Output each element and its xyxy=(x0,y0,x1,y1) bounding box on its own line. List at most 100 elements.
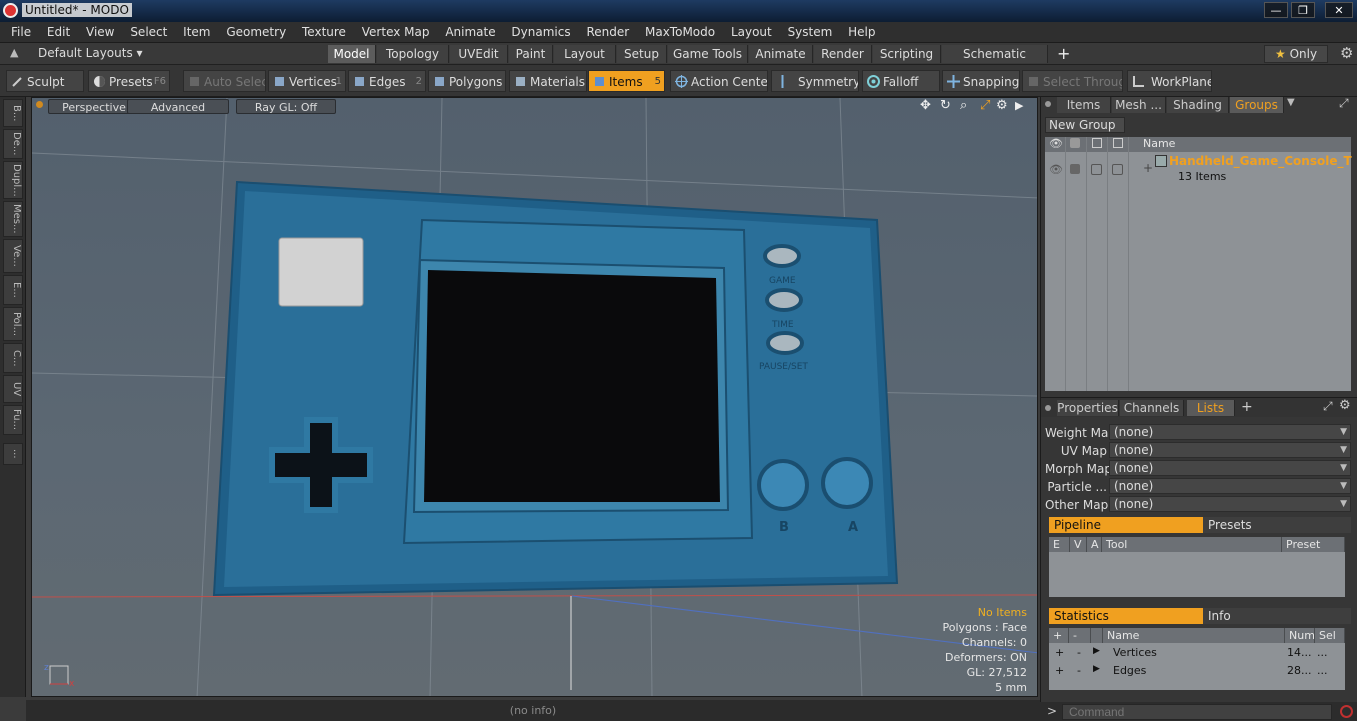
only-toggle[interactable]: ★ Only xyxy=(1264,45,1328,63)
tab-model[interactable]: Model xyxy=(328,45,376,63)
menu-dynamics[interactable]: Dynamics xyxy=(505,22,576,43)
sculpt-button[interactable]: Sculpt xyxy=(6,70,84,92)
tab-lists[interactable]: Lists xyxy=(1187,400,1235,416)
left-tab-extra[interactable]: ... xyxy=(3,443,23,465)
menu-edit[interactable]: Edit xyxy=(41,22,76,43)
tab-layout[interactable]: Layout xyxy=(554,45,616,63)
zoom-icon[interactable]: ⌕ xyxy=(960,98,967,113)
expand-panel-icon[interactable]: ⤢ xyxy=(1339,96,1349,111)
minimize-button[interactable]: — xyxy=(1264,2,1288,18)
tab-setup[interactable]: Setup xyxy=(617,45,667,63)
left-tab-vertex[interactable]: Ve... xyxy=(3,239,23,273)
group-select-icon[interactable] xyxy=(1112,164,1123,175)
menu-layout[interactable]: Layout xyxy=(725,22,778,43)
viewport-menu-dot-icon[interactable] xyxy=(36,101,43,108)
pipeline-list[interactable]: E V A Tool Preset xyxy=(1049,537,1345,597)
tab-game-tools[interactable]: Game Tools xyxy=(668,45,748,63)
left-tab-duplicate[interactable]: Dupl... xyxy=(3,161,23,199)
materials-button[interactable]: Materials xyxy=(509,70,587,92)
group-row[interactable]: 👁 + Handheld_Game_Console_T ... 13 Items xyxy=(1045,153,1357,187)
menu-render[interactable]: Render xyxy=(580,22,635,43)
menu-vertex-map[interactable]: Vertex Map xyxy=(356,22,436,43)
left-tab-edge[interactable]: E... xyxy=(3,275,23,305)
info-tab[interactable]: Info xyxy=(1203,608,1351,624)
close-button[interactable]: ✕ xyxy=(1325,2,1353,18)
uv-map-dropdown[interactable]: (none) ▼ xyxy=(1109,442,1351,458)
tab-items[interactable]: Items xyxy=(1057,97,1111,113)
items-button[interactable]: Items 5 xyxy=(588,70,665,92)
viewport-canvas[interactable]: GAME TIME PAUSE/SET B A x z xyxy=(32,98,1038,697)
particle-dropdown[interactable]: (none) ▼ xyxy=(1109,478,1351,494)
row-expand-icon[interactable]: ▶ xyxy=(1093,646,1100,656)
lists-gear-icon[interactable]: ⚙ xyxy=(1339,398,1351,413)
handheld-console-model[interactable]: GAME TIME PAUSE/SET B A xyxy=(212,180,899,597)
tab-channels[interactable]: Channels xyxy=(1120,400,1184,416)
row-add-button[interactable]: + xyxy=(1055,646,1064,659)
table-row[interactable]: + - ▶ Vertices 14... ... xyxy=(1049,645,1345,662)
auto-select-button[interactable]: Auto Select xyxy=(183,70,266,92)
other-map-dropdown[interactable]: (none) ▼ xyxy=(1109,496,1351,512)
layout-grip-icon[interactable]: ▲ xyxy=(10,46,18,59)
menu-help[interactable]: Help xyxy=(842,22,881,43)
tab-shading[interactable]: Shading xyxy=(1167,97,1229,113)
viewport-gear-icon[interactable]: ⚙ xyxy=(996,98,1008,113)
vertices-button[interactable]: Vertices 1 xyxy=(268,70,346,92)
statistics-tab[interactable]: Statistics xyxy=(1049,608,1203,624)
select-through-button[interactable]: Select Through xyxy=(1022,70,1123,92)
tab-uvedit[interactable]: UVEdit xyxy=(450,45,508,63)
tab-schematic-fusion[interactable]: Schematic Fusion xyxy=(942,45,1048,79)
workplane-button[interactable]: WorkPlane xyxy=(1127,70,1212,92)
menu-animate[interactable]: Animate xyxy=(439,22,501,43)
menu-texture[interactable]: Texture xyxy=(296,22,352,43)
tab-topology[interactable]: Topology xyxy=(377,45,449,63)
symmetry-button[interactable]: Symmetry xyxy=(771,70,859,92)
groups-tab-chevron-icon[interactable]: ▼ xyxy=(1287,97,1295,108)
edges-button[interactable]: Edges 2 xyxy=(348,70,426,92)
maximize-button[interactable]: ❐ xyxy=(1291,2,1315,18)
menu-item[interactable]: Item xyxy=(177,22,216,43)
expand-plus-icon[interactable]: + xyxy=(1143,161,1153,175)
morph-map-dropdown[interactable]: (none) ▼ xyxy=(1109,460,1351,476)
3d-viewport[interactable]: GAME TIME PAUSE/SET B A x z Perspective … xyxy=(31,97,1038,697)
presets-button[interactable]: Presets F6 xyxy=(88,70,170,92)
tab-groups[interactable]: Groups xyxy=(1230,97,1284,113)
tab-animate[interactable]: Animate xyxy=(749,45,813,63)
viewport-expand-icon[interactable]: ▶ xyxy=(1015,99,1023,112)
left-tab-polygon[interactable]: Pol... xyxy=(3,307,23,341)
stats-col-plus[interactable]: + xyxy=(1049,628,1069,643)
menu-view[interactable]: View xyxy=(80,22,120,43)
table-row[interactable]: + - ▶ Edges 28... ... xyxy=(1049,663,1345,680)
stop-icon[interactable] xyxy=(1340,705,1353,718)
gear-icon[interactable]: ⚙ xyxy=(1340,44,1353,62)
tab-properties[interactable]: Properties xyxy=(1057,400,1119,416)
row-expand-icon[interactable]: ▶ xyxy=(1093,664,1100,674)
menu-geometry[interactable]: Geometry xyxy=(220,22,292,43)
weight-map-dropdown[interactable]: (none) ▼ xyxy=(1109,424,1351,440)
left-tab-deform[interactable]: De... xyxy=(3,129,23,159)
tab-scripting[interactable]: Scripting xyxy=(873,45,941,63)
row-remove-button[interactable]: - xyxy=(1077,664,1081,677)
tab-mesh[interactable]: Mesh ... xyxy=(1112,97,1166,113)
command-input[interactable] xyxy=(1062,704,1332,720)
snapping-button[interactable]: Snapping xyxy=(942,70,1020,92)
falloff-button[interactable]: Falloff xyxy=(862,70,940,92)
row-add-button[interactable]: + xyxy=(1055,664,1064,677)
left-tab-fusion[interactable]: Fu... xyxy=(3,405,23,435)
raygl-toggle[interactable]: Ray GL: Off xyxy=(236,99,336,114)
group-render-icon[interactable] xyxy=(1070,164,1080,174)
group-name[interactable]: Handheld_Game_Console_T ... xyxy=(1169,154,1357,168)
groups-list[interactable]: 👁 Name 👁 + Handheld_Game_Console_T ... 1… xyxy=(1045,137,1357,391)
left-tab-uv[interactable]: UV xyxy=(3,375,23,403)
polygons-button[interactable]: Polygons xyxy=(428,70,506,92)
lists-expand-icon[interactable]: ⤢ xyxy=(1323,399,1333,414)
menu-file[interactable]: File xyxy=(5,22,37,43)
left-tab-curve[interactable]: C... xyxy=(3,343,23,373)
tab-paint[interactable]: Paint xyxy=(509,45,553,63)
pipeline-tab[interactable]: Pipeline xyxy=(1049,517,1203,533)
menu-system[interactable]: System xyxy=(782,22,839,43)
group-visibility-icon[interactable]: 👁 xyxy=(1049,163,1063,176)
statistics-list[interactable]: + - Name Num Sel + - ▶ Vertices 14... ..… xyxy=(1049,628,1345,690)
lists-menu-dot-icon[interactable] xyxy=(1045,405,1051,411)
new-group-button[interactable]: New Group xyxy=(1045,117,1125,133)
advanced-dropdown[interactable]: Advanced xyxy=(127,99,229,114)
